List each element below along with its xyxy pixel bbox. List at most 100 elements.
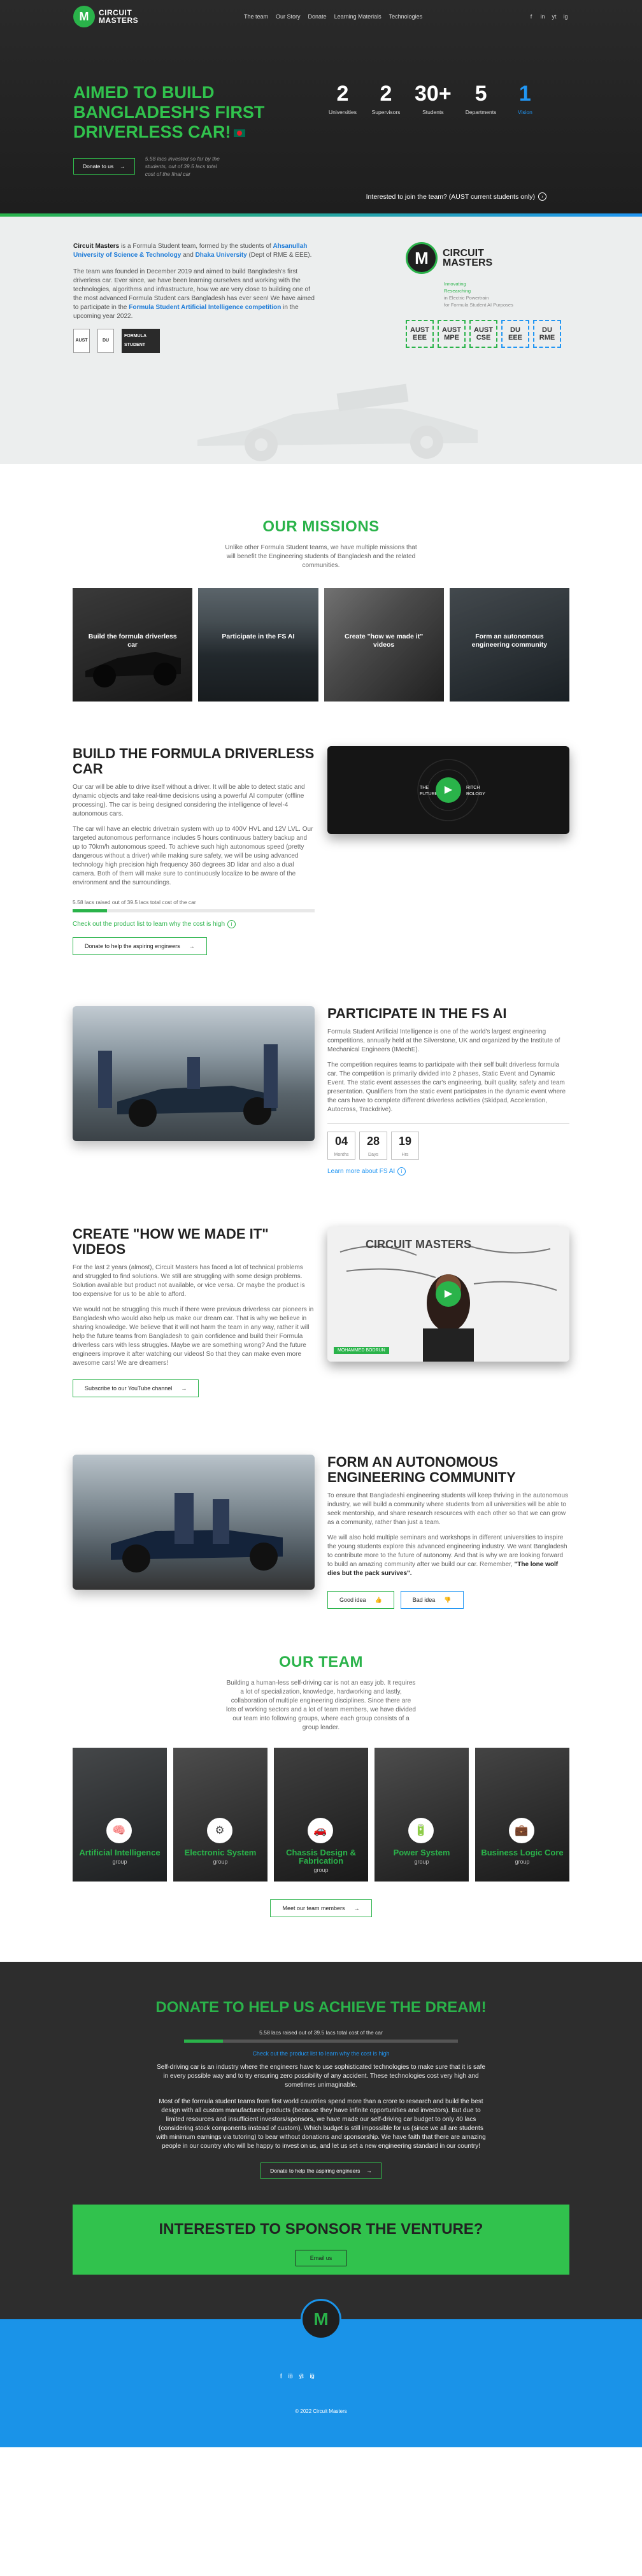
video-caption: MOHAMMED BODRUN	[334, 1347, 389, 1354]
countdown-timer: 04 Months 28 Days 19 Hrs	[327, 1132, 569, 1160]
menu-item-technologies[interactable]: Technologies	[389, 13, 423, 20]
site-logo[interactable]: M CIRCUIT MASTERS	[73, 6, 138, 27]
donate-progress-label: 5.58 lacs raised out of 39.5 lacs total …	[259, 2029, 383, 2036]
logo-mark-icon: M	[73, 6, 95, 27]
build-progress-bar	[73, 909, 315, 912]
videos-paragraph-2: We would not be struggling this much if …	[73, 1306, 314, 1367]
hero-section: M CIRCUIT MASTERS The team Our Story Don…	[0, 0, 642, 213]
menu-item-learning[interactable]: Learning Materials	[334, 13, 382, 20]
bangladesh-flag-icon	[233, 129, 245, 137]
arrow-right-icon: →	[189, 943, 195, 949]
youtube-icon[interactable]: yt	[299, 2373, 304, 2379]
mission-card-videos[interactable]: Create "how we made it" videos	[324, 588, 444, 702]
menu-item-donate[interactable]: Donate	[308, 13, 327, 20]
donate-section: DONATE TO HELP US ACHIEVE THE DREAM! 5.5…	[0, 1962, 642, 2319]
team-card-power[interactable]: 🔋 Power System group	[374, 1748, 469, 1882]
team-group-cards: 🧠 Artificial Intelligence group ⚙ Electroni…	[73, 1748, 569, 1882]
arrow-right-icon: →	[353, 1905, 360, 1911]
donate-help-button[interactable]: Donate to help the aspiring engineers →	[260, 2162, 382, 2179]
menu-item-team[interactable]: The team	[244, 13, 268, 20]
fsai-photo	[73, 1006, 315, 1141]
badge-du-eee: DU EEE	[501, 320, 529, 348]
stats: 2 Universities 2 Supervisors 30+ Students 5…	[328, 82, 539, 117]
howwemade-video[interactable]: CIRCUIT MASTERS ▶ MOHAMMED BODRUN	[327, 1227, 569, 1362]
instagram-icon[interactable]: ig	[310, 2373, 315, 2379]
facebook-icon[interactable]: f	[280, 2373, 282, 2379]
build-paragraph-1: Our car will be able to drive itself wit…	[73, 784, 305, 817]
subscribe-youtube-button[interactable]: Subscribe to our YouTube channel →	[73, 1379, 199, 1397]
car-silhouette-image	[197, 384, 478, 461]
partner-logos: AUST DU FORMULA STUDENT	[73, 329, 315, 353]
community-title: FORM AN AUTONOMOUS ENGINEERING COMMUNITY	[327, 1454, 516, 1485]
badge-aust-mpe: AUST MPE	[438, 320, 466, 348]
meet-team-button[interactable]: Meet our team members →	[270, 1899, 372, 1917]
menu-item-story[interactable]: Our Story	[276, 13, 301, 20]
brand-logo: M CIRCUIT MASTERS	[406, 242, 571, 274]
learn-fsai-link[interactable]: Learn more about FS AI i	[327, 1167, 569, 1176]
fsai-paragraph-1: Formula Student Artificial Intelligence …	[327, 1028, 560, 1053]
community-paragraph-2: We will also hold multiple seminars and …	[327, 1534, 567, 1577]
about-paragraph-2: The team was founded in December 2019 an…	[73, 268, 315, 320]
aust-logo: AUST	[73, 329, 90, 353]
top-nav: M CIRCUIT MASTERS The team Our Story Don…	[0, 0, 642, 33]
cost-info-link[interactable]: Check out the product list to learn why …	[73, 920, 315, 928]
good-idea-button[interactable]: Good idea 👍	[327, 1591, 394, 1609]
footer: M f in yt ig © 2022 Circuit Masters	[0, 2299, 642, 2447]
stat-departments: 5 Departments	[465, 82, 497, 115]
team-subtitle: Building a human-less self-driving car i…	[226, 1680, 416, 1731]
main-menu: The team Our Story Donate Learning Mater…	[244, 13, 422, 20]
bad-idea-button[interactable]: Bad idea 👎	[400, 1591, 464, 1609]
sponsor-title: INTERESTED TO SPONSOR THE VENTURE?	[159, 2220, 483, 2238]
about-section: Circuit Masters is a Formula Student tea…	[0, 217, 642, 464]
play-icon[interactable]: ▶	[436, 1281, 461, 1307]
donate-button[interactable]: Donate to us →	[73, 158, 135, 175]
fsai-link[interactable]: Formula Student Artificial Intelligence …	[129, 304, 281, 311]
mission-card-fsai[interactable]: Participate in the FS AI	[198, 588, 318, 702]
build-video[interactable]: THE FUTURE RITCH ROLOGY ▶	[327, 746, 569, 834]
header-social: f in yt ig	[528, 13, 569, 20]
play-icon[interactable]: ▶	[436, 777, 461, 803]
team-title: OUR TEAM	[279, 1653, 363, 1671]
team-card-business[interactable]: 💼 Business Logic Core group	[475, 1748, 569, 1882]
team-card-chassis[interactable]: 🚗 Chassis Design & Fabrication group	[274, 1748, 368, 1882]
build-title: BUILD THE FORMULA DRIVERLESS CAR	[73, 745, 315, 777]
brand-taglines: Innovating Researching in Electric Power…	[444, 281, 513, 308]
business-icon: 💼	[509, 1818, 534, 1843]
join-team-link[interactable]: Interested to join the team? (AUST curre…	[366, 192, 546, 201]
timer-months: 04 Months	[327, 1132, 355, 1160]
about-paragraph-1: Circuit Masters is a Formula Student tea…	[73, 243, 312, 259]
linkedin-icon[interactable]: in	[539, 13, 546, 20]
team-card-ai[interactable]: 🧠 Artificial Intelligence group	[73, 1748, 167, 1882]
build-progress-label: 5.58 lacs raised out of 39.5 lacs total …	[73, 899, 196, 905]
arrow-right-icon: →	[366, 2168, 372, 2174]
donate-progress-bar	[184, 2040, 458, 2043]
info-icon: i	[227, 920, 236, 928]
team-section: OUR TEAM Building a human-less self-driv…	[0, 1609, 642, 1917]
badge-aust-cse: AUST CSE	[469, 320, 497, 348]
footer-social: f in yt ig	[280, 2369, 315, 2383]
donate-title: DONATE TO HELP US ACHIEVE THE DREAM!	[155, 1999, 487, 2016]
linkedin-icon[interactable]: in	[288, 2373, 293, 2379]
youtube-icon[interactable]: yt	[551, 13, 557, 20]
instagram-icon[interactable]: ig	[562, 13, 569, 20]
build-paragraph-2: The car will have an electric drivetrain…	[73, 826, 313, 886]
facebook-icon[interactable]: f	[528, 13, 534, 20]
du-link[interactable]: Dhaka University	[196, 252, 247, 259]
department-badges: AUST EEE AUST MPE AUST CSE DU EEE DU RME	[406, 320, 571, 348]
chip-icon: ⚙	[207, 1818, 232, 1843]
brain-icon: 🧠	[106, 1818, 132, 1843]
mission-card-build[interactable]: Build the formula driverless car	[73, 588, 193, 702]
footer-logo-icon[interactable]: M	[301, 2299, 341, 2340]
team-card-electronic[interactable]: ⚙ Electronic System group	[173, 1748, 268, 1882]
donate-aspiring-button[interactable]: Donate to help the aspiring engineers →	[73, 937, 207, 955]
du-logo: DU	[97, 329, 114, 353]
email-us-button[interactable]: Email us	[295, 2250, 347, 2266]
mission-card-community[interactable]: Form an autonomous engineering community	[449, 588, 569, 702]
videos-section: CREATE "HOW WE MADE IT" VIDEOS For the l…	[0, 1176, 642, 1397]
chassis-icon: 🚗	[308, 1818, 333, 1843]
donate-paragraph-2: Most of the formula student teams from f…	[156, 2098, 486, 2150]
arrow-right-icon: →	[120, 163, 125, 169]
sponsor-banner: INTERESTED TO SPONSOR THE VENTURE? Email…	[73, 2205, 569, 2275]
stat-universities: 2 Universities	[329, 82, 357, 115]
donate-cost-info-link[interactable]: Check out the product list to learn why …	[184, 2050, 458, 2057]
